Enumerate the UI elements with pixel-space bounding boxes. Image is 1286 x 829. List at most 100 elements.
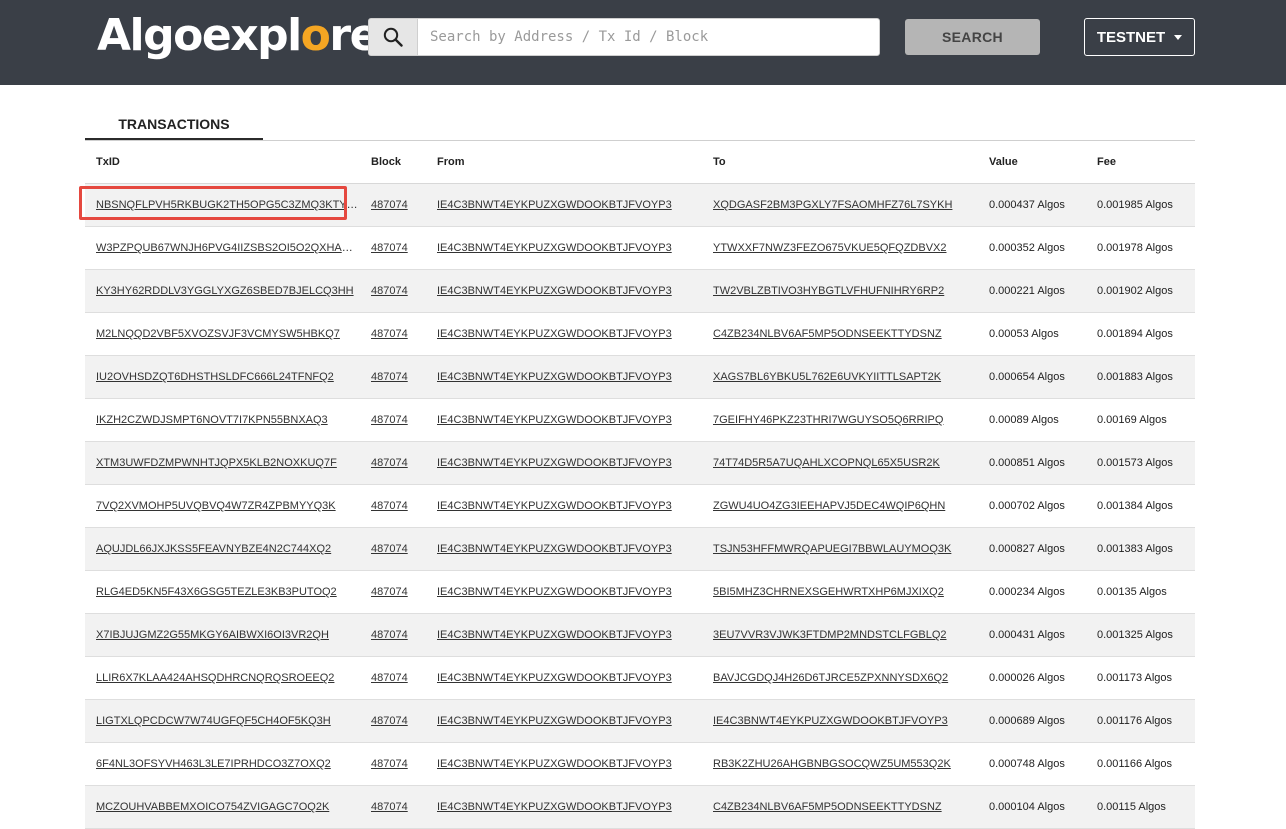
txid-cell[interactable]: M2LNQQD2VBF5XVOZSVJF3VCMYSW5HBKQ7 [85,312,360,356]
from-cell[interactable]: IE4C3BNWT4EYKPUZXGWDOOKBTJFVOYP3 [426,570,702,614]
from-link[interactable]: IE4C3BNWT4EYKPUZXGWDOOKBTJFVOYP3 [437,199,672,211]
to-link[interactable]: TW2VBLZBTIVO3HYBGTLVFHUFNIHRY6RP2 [713,285,944,297]
from-cell[interactable]: IE4C3BNWT4EYKPUZXGWDOOKBTJFVOYP3 [426,484,702,528]
txid-link[interactable]: NBSNQFLPVH5RKBUGK2TH5OPG5C3ZMQ3KTYXWAHVG [96,199,360,211]
txid-link[interactable]: M2LNQQD2VBF5XVOZSVJF3VCMYSW5HBKQ7 [96,328,340,340]
from-cell[interactable]: IE4C3BNWT4EYKPUZXGWDOOKBTJFVOYP3 [426,269,702,313]
to-cell[interactable]: 5BI5MHZ3CHRNEXSGEHWRTXHP6MJXIXQ2 [702,570,978,614]
txid-link[interactable]: KY3HY62RDDLV3YGGLYXGZ6SBED7BJELCQ3HH [96,285,354,297]
block-cell[interactable]: 487074 [360,312,426,356]
block-cell[interactable]: 487074 [360,742,426,786]
to-link[interactable]: 3EU7VVR3VJWK3FTDMP2MNDSTCLFGBLQ2 [713,629,947,641]
from-link[interactable]: IE4C3BNWT4EYKPUZXGWDOOKBTJFVOYP3 [437,586,672,598]
block-link[interactable]: 487074 [371,586,408,598]
txid-link[interactable]: MCZOUHVABBEMXOICO754ZVIGAGC7OQ2K [96,801,329,813]
block-cell[interactable]: 487074 [360,226,426,270]
to-cell[interactable]: ZGWU4UO4ZG3IEEHAPVJ5DEC4WQIP6QHN [702,484,978,528]
from-link[interactable]: IE4C3BNWT4EYKPUZXGWDOOKBTJFVOYP3 [437,715,672,727]
from-cell[interactable]: IE4C3BNWT4EYKPUZXGWDOOKBTJFVOYP3 [426,785,702,829]
block-link[interactable]: 487074 [371,242,408,254]
block-link[interactable]: 487074 [371,672,408,684]
from-link[interactable]: IE4C3BNWT4EYKPUZXGWDOOKBTJFVOYP3 [437,500,672,512]
block-link[interactable]: 487074 [371,543,408,555]
to-cell[interactable]: XQDGASF2BM3PGXLY7FSAOMHFZ76L7SYKH [702,183,978,227]
txid-cell[interactable]: IKZH2CZWDJSMPT6NOVT7I7KPN55BNXAQ3 [85,398,360,442]
block-cell[interactable]: 487074 [360,398,426,442]
block-link[interactable]: 487074 [371,457,408,469]
to-link[interactable]: IE4C3BNWT4EYKPUZXGWDOOKBTJFVOYP3 [713,715,948,727]
to-cell[interactable]: XAGS7BL6YBKU5L762E6UVKYIITTLSAPT2K [702,355,978,399]
from-cell[interactable]: IE4C3BNWT4EYKPUZXGWDOOKBTJFVOYP3 [426,742,702,786]
to-cell[interactable]: C4ZB234NLBV6AF5MP5ODNSEEKTTYDSNZ [702,312,978,356]
from-link[interactable]: IE4C3BNWT4EYKPUZXGWDOOKBTJFVOYP3 [437,758,672,770]
txid-link[interactable]: X7IBJUJGMZ2G55MKGY6AIBWXI6OI3VR2QH [96,629,329,641]
block-cell[interactable]: 487074 [360,484,426,528]
block-link[interactable]: 487074 [371,199,408,211]
txid-link[interactable]: XTM3UWFDZMPWNHTJQPX5KLB2NOXKUQ7F [96,457,337,469]
from-cell[interactable]: IE4C3BNWT4EYKPUZXGWDOOKBTJFVOYP3 [426,183,702,227]
to-cell[interactable]: 3EU7VVR3VJWK3FTDMP2MNDSTCLFGBLQ2 [702,613,978,657]
txid-link[interactable]: LIGTXLQPCDCW7W74UGFQF5CH4OF5KQ3H [96,715,331,727]
from-link[interactable]: IE4C3BNWT4EYKPUZXGWDOOKBTJFVOYP3 [437,672,672,684]
to-cell[interactable]: 7GEIFHY46PKZ23THRI7WGUYSO5Q6RRIPQ [702,398,978,442]
txid-cell[interactable]: RLG4ED5KN5F43X6GSG5TEZLE3KB3PUTOQ2 [85,570,360,614]
block-cell[interactable]: 487074 [360,183,426,227]
to-cell[interactable]: 74T74D5R5A7UQAHLXCOPNQL65X5USR2K [702,441,978,485]
txid-link[interactable]: IKZH2CZWDJSMPT6NOVT7I7KPN55BNXAQ3 [96,414,328,426]
from-link[interactable]: IE4C3BNWT4EYKPUZXGWDOOKBTJFVOYP3 [437,457,672,469]
txid-link[interactable]: IU2OVHSDZQT6DHSTHSLDFC666L24TFNFQ2 [96,371,334,383]
block-link[interactable]: 487074 [371,629,408,641]
txid-cell[interactable]: MCZOUHVABBEMXOICO754ZVIGAGC7OQ2K [85,785,360,829]
from-link[interactable]: IE4C3BNWT4EYKPUZXGWDOOKBTJFVOYP3 [437,543,672,555]
txid-cell[interactable]: 7VQ2XVMOHP5UVQBVQ4W7ZR4ZPBMYYQ3K [85,484,360,528]
search-input[interactable] [417,18,880,56]
txid-cell[interactable]: NBSNQFLPVH5RKBUGK2TH5OPG5C3ZMQ3KTYXWAHVG [85,183,360,227]
to-cell[interactable]: BAVJCGDQJ4H26D6TJRCE5ZPXNNYSDX6Q2 [702,656,978,700]
txid-cell[interactable]: W3PZPQUB67WNJH6PVG4IIZSBS2OI5O2QXHAB4N [85,226,360,270]
from-cell[interactable]: IE4C3BNWT4EYKPUZXGWDOOKBTJFVOYP3 [426,226,702,270]
txid-cell[interactable]: X7IBJUJGMZ2G55MKGY6AIBWXI6OI3VR2QH [85,613,360,657]
block-cell[interactable]: 487074 [360,613,426,657]
block-cell[interactable]: 487074 [360,699,426,743]
to-cell[interactable]: C4ZB234NLBV6AF5MP5ODNSEEKTTYDSNZ [702,785,978,829]
block-link[interactable]: 487074 [371,328,408,340]
from-cell[interactable]: IE4C3BNWT4EYKPUZXGWDOOKBTJFVOYP3 [426,613,702,657]
txid-link[interactable]: RLG4ED5KN5F43X6GSG5TEZLE3KB3PUTOQ2 [96,586,337,598]
block-cell[interactable]: 487074 [360,355,426,399]
block-link[interactable]: 487074 [371,500,408,512]
to-link[interactable]: C4ZB234NLBV6AF5MP5ODNSEEKTTYDSNZ [713,801,942,813]
from-cell[interactable]: IE4C3BNWT4EYKPUZXGWDOOKBTJFVOYP3 [426,441,702,485]
block-cell[interactable]: 487074 [360,269,426,313]
block-link[interactable]: 487074 [371,715,408,727]
to-link[interactable]: 74T74D5R5A7UQAHLXCOPNQL65X5USR2K [713,457,940,469]
network-dropdown[interactable]: TESTNET [1084,18,1195,56]
block-cell[interactable]: 487074 [360,656,426,700]
block-cell[interactable]: 487074 [360,441,426,485]
txid-link[interactable]: LLIR6X7KLAA424AHSQDHRCNQRQSROEEQ2 [96,672,334,684]
from-link[interactable]: IE4C3BNWT4EYKPUZXGWDOOKBTJFVOYP3 [437,242,672,254]
to-link[interactable]: XQDGASF2BM3PGXLY7FSAOMHFZ76L7SYKH [713,199,952,211]
to-link[interactable]: XAGS7BL6YBKU5L762E6UVKYIITTLSAPT2K [713,371,941,383]
block-link[interactable]: 487074 [371,414,408,426]
from-cell[interactable]: IE4C3BNWT4EYKPUZXGWDOOKBTJFVOYP3 [426,656,702,700]
block-cell[interactable]: 487074 [360,570,426,614]
to-link[interactable]: 5BI5MHZ3CHRNEXSGEHWRTXHP6MJXIXQ2 [713,586,944,598]
from-cell[interactable]: IE4C3BNWT4EYKPUZXGWDOOKBTJFVOYP3 [426,355,702,399]
txid-cell[interactable]: 6F4NL3OFSYVH463L3LE7IPRHDCO3Z7OXQ2 [85,742,360,786]
from-cell[interactable]: IE4C3BNWT4EYKPUZXGWDOOKBTJFVOYP3 [426,312,702,356]
block-link[interactable]: 487074 [371,285,408,297]
algoexplorer-logo[interactable]: Algoexplorer [97,4,400,68]
txid-cell[interactable]: IU2OVHSDZQT6DHSTHSLDFC666L24TFNFQ2 [85,355,360,399]
to-cell[interactable]: IE4C3BNWT4EYKPUZXGWDOOKBTJFVOYP3 [702,699,978,743]
to-cell[interactable]: RB3K2ZHU26AHGBNBGSOCQWZ5UM553Q2K [702,742,978,786]
block-link[interactable]: 487074 [371,801,408,813]
from-link[interactable]: IE4C3BNWT4EYKPUZXGWDOOKBTJFVOYP3 [437,285,672,297]
txid-link[interactable]: 6F4NL3OFSYVH463L3LE7IPRHDCO3Z7OXQ2 [96,758,331,770]
to-link[interactable]: TSJN53HFFMWRQAPUEGI7BBWLAUYMOQ3K [713,543,951,555]
to-link[interactable]: RB3K2ZHU26AHGBNBGSOCQWZ5UM553Q2K [713,758,951,770]
from-cell[interactable]: IE4C3BNWT4EYKPUZXGWDOOKBTJFVOYP3 [426,527,702,571]
block-link[interactable]: 487074 [371,371,408,383]
to-cell[interactable]: YTWXXF7NWZ3FEZO675VKUE5QFQZDBVX2 [702,226,978,270]
to-link[interactable]: C4ZB234NLBV6AF5MP5ODNSEEKTTYDSNZ [713,328,942,340]
txid-cell[interactable]: AQUJDL66JXJKSS5FEAVNYBZE4N2C744XQ2 [85,527,360,571]
